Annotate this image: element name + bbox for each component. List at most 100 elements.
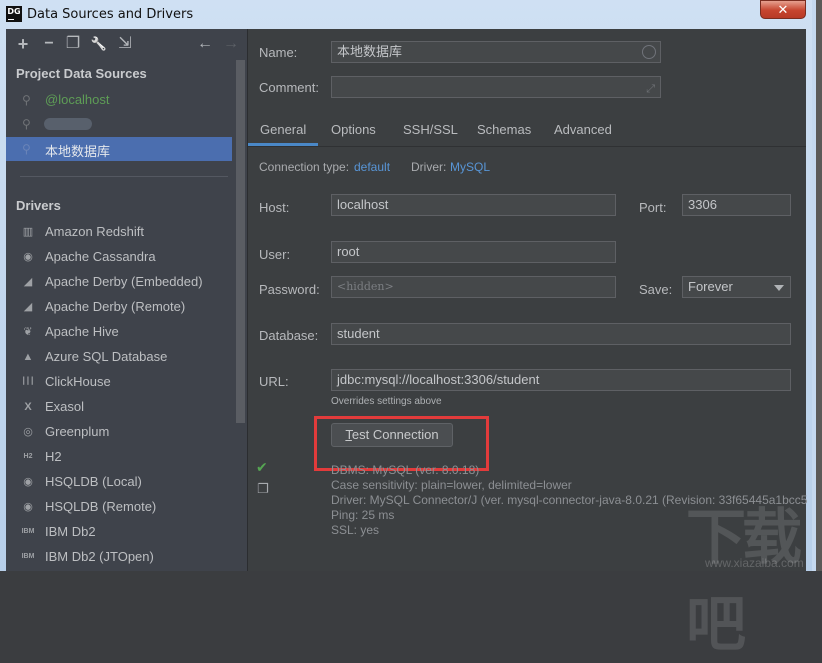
password-label: Password: bbox=[259, 282, 320, 297]
driver-item[interactable]: ◢ Apache Derby (Embedded) bbox=[6, 270, 232, 295]
driver-item[interactable]: X Exasol bbox=[6, 395, 232, 420]
remove-icon[interactable]: − bbox=[40, 35, 58, 53]
duplicate-icon[interactable]: ❐ bbox=[64, 35, 82, 53]
data-source-label: @localhost bbox=[45, 92, 110, 107]
h2-icon: H2 bbox=[23, 453, 33, 460]
password-input[interactable]: <hidden> bbox=[331, 276, 616, 298]
cassandra-icon: ◉ bbox=[23, 251, 33, 263]
sidebar-scrollbar[interactable] bbox=[236, 60, 245, 423]
driver-label: Greenplum bbox=[45, 424, 110, 439]
clickhouse-icon: ┃┃┃ bbox=[21, 378, 35, 385]
import-icon[interactable]: ⇲ bbox=[116, 35, 134, 53]
database-label: Database: bbox=[259, 328, 319, 343]
driver-label: ClickHouse bbox=[45, 374, 111, 389]
driver-label: HSQLDB (Local) bbox=[45, 474, 142, 489]
driver-label: Driver: bbox=[411, 160, 447, 174]
tab-general[interactable]: General bbox=[260, 122, 306, 137]
host-input[interactable]: localhost bbox=[331, 194, 616, 216]
hive-icon: ❦ bbox=[23, 326, 33, 338]
url-hint: Overrides settings above bbox=[331, 396, 442, 407]
save-value: Forever bbox=[688, 279, 733, 294]
driver-item[interactable]: ┃┃┃ ClickHouse bbox=[6, 370, 232, 395]
forward-arrow-icon[interactable]: → bbox=[222, 35, 240, 53]
watermark: 下载吧 bbox=[686, 503, 802, 660]
tab-schemas[interactable]: Schemas bbox=[477, 122, 531, 137]
data-source-item[interactable]: ⚲ bbox=[6, 112, 232, 136]
connection-type-link[interactable]: default bbox=[354, 160, 390, 174]
driver-item[interactable]: IBM IBM Db2 bbox=[6, 520, 232, 545]
user-label: User: bbox=[259, 247, 291, 262]
driver-item[interactable]: H2 H2 bbox=[6, 445, 232, 470]
check-icon: ✔ bbox=[256, 459, 268, 475]
drivers-title: Drivers bbox=[16, 198, 61, 213]
expand-icon[interactable]: ⤢ bbox=[646, 81, 655, 97]
mysql-icon: ⚲ bbox=[22, 117, 31, 131]
tab-ssh-ssl[interactable]: SSH/SSL bbox=[403, 122, 458, 137]
wrench-icon[interactable]: 🔧 bbox=[90, 35, 108, 53]
hsqldb-icon: ◉ bbox=[23, 476, 33, 488]
close-button[interactable]: ✕ bbox=[760, 0, 806, 19]
ibm-db2-icon: IBM bbox=[21, 553, 35, 560]
driver-item[interactable]: ◉ HSQLDB (Local) bbox=[6, 470, 232, 495]
driver-label: Apache Hive bbox=[45, 324, 119, 339]
copy-icon[interactable]: ❐ bbox=[257, 481, 269, 497]
driver-item[interactable]: ▲ Azure SQL Database bbox=[6, 345, 232, 370]
chevron-down-icon bbox=[774, 285, 784, 291]
driver-link[interactable]: MySQL bbox=[450, 160, 490, 174]
window-title: Data Sources and Drivers bbox=[27, 7, 194, 22]
ibm-db2-icon: IBM bbox=[21, 528, 35, 535]
color-circle-icon[interactable] bbox=[642, 45, 656, 59]
driver-label: Apache Derby (Embedded) bbox=[45, 274, 203, 289]
data-source-item[interactable]: ⚲ @localhost bbox=[6, 88, 232, 112]
save-dropdown[interactable]: Forever bbox=[682, 276, 791, 298]
driver-label: Amazon Redshift bbox=[45, 224, 144, 239]
driver-item[interactable]: ◢ Apache Derby (Remote) bbox=[6, 295, 232, 320]
driver-label: HSQLDB (Remote) bbox=[45, 499, 157, 514]
driver-item[interactable]: ◉ HSQLDB (Remote) bbox=[6, 495, 232, 520]
host-label: Host: bbox=[259, 200, 290, 215]
driver-label: Azure SQL Database bbox=[45, 349, 168, 364]
driver-label: IBM Db2 bbox=[45, 524, 96, 539]
driver-item[interactable]: ❦ Apache Hive bbox=[6, 320, 232, 345]
active-tab-indicator bbox=[248, 143, 318, 146]
driver-label: Apache Cassandra bbox=[45, 249, 156, 264]
data-source-label: 本地数据库 bbox=[45, 144, 111, 159]
comment-input[interactable]: ⤢ bbox=[331, 76, 661, 98]
tab-advanced[interactable]: Advanced bbox=[554, 122, 612, 137]
data-source-item-selected[interactable]: ⚲ 本地数据库 bbox=[6, 137, 232, 161]
add-icon[interactable]: + bbox=[14, 35, 32, 53]
button-label: est Connection bbox=[351, 427, 439, 442]
exasol-icon: X bbox=[24, 401, 32, 413]
driver-item[interactable]: ◎ Greenplum bbox=[6, 420, 232, 445]
connection-type-label: Connection type: bbox=[259, 160, 350, 174]
tab-bar: General Options SSH/SSL Schemas Advanced bbox=[248, 114, 806, 147]
driver-label: Exasol bbox=[45, 399, 85, 414]
name-label: Name: bbox=[259, 45, 298, 60]
driver-label: Apache Derby (Remote) bbox=[45, 299, 186, 314]
port-label: Port: bbox=[639, 200, 667, 215]
driver-item[interactable]: IBM IBM Db2 (JTOpen) bbox=[6, 545, 232, 570]
title-bar[interactable]: DG Data Sources and Drivers ✕ bbox=[0, 0, 822, 29]
watermark-url: www.xiazaiba.com bbox=[705, 556, 804, 570]
tab-options[interactable]: Options bbox=[331, 122, 376, 137]
derby-icon: ◢ bbox=[23, 301, 33, 313]
user-input[interactable]: root bbox=[331, 241, 616, 263]
port-input[interactable]: 3306 bbox=[682, 194, 791, 216]
test-connection-button[interactable]: Test Connection bbox=[331, 423, 453, 447]
name-input[interactable]: 本地数据库 bbox=[331, 41, 661, 63]
redshift-icon: ▥ bbox=[22, 226, 34, 238]
derby-icon: ◢ bbox=[23, 276, 33, 288]
driver-item[interactable]: ▥ Amazon Redshift bbox=[6, 220, 232, 245]
hsqldb-icon: ◉ bbox=[23, 501, 33, 513]
sidebar: + − ❐ 🔧 ⇲ ← → Project Data Sources ⚲ @lo… bbox=[6, 29, 247, 571]
back-arrow-icon[interactable]: ← bbox=[196, 35, 214, 53]
save-label: Save: bbox=[639, 282, 673, 297]
app-icon: DG bbox=[6, 6, 22, 22]
driver-label: H2 bbox=[45, 449, 62, 464]
database-input[interactable]: student bbox=[331, 323, 791, 345]
azure-icon: ▲ bbox=[22, 351, 34, 363]
driver-item[interactable]: ◉ Apache Cassandra bbox=[6, 245, 232, 270]
project-data-sources-title: Project Data Sources bbox=[16, 66, 147, 81]
url-input[interactable]: jdbc:mysql://localhost:3306/student bbox=[331, 369, 791, 391]
greenplum-icon: ◎ bbox=[23, 426, 33, 438]
